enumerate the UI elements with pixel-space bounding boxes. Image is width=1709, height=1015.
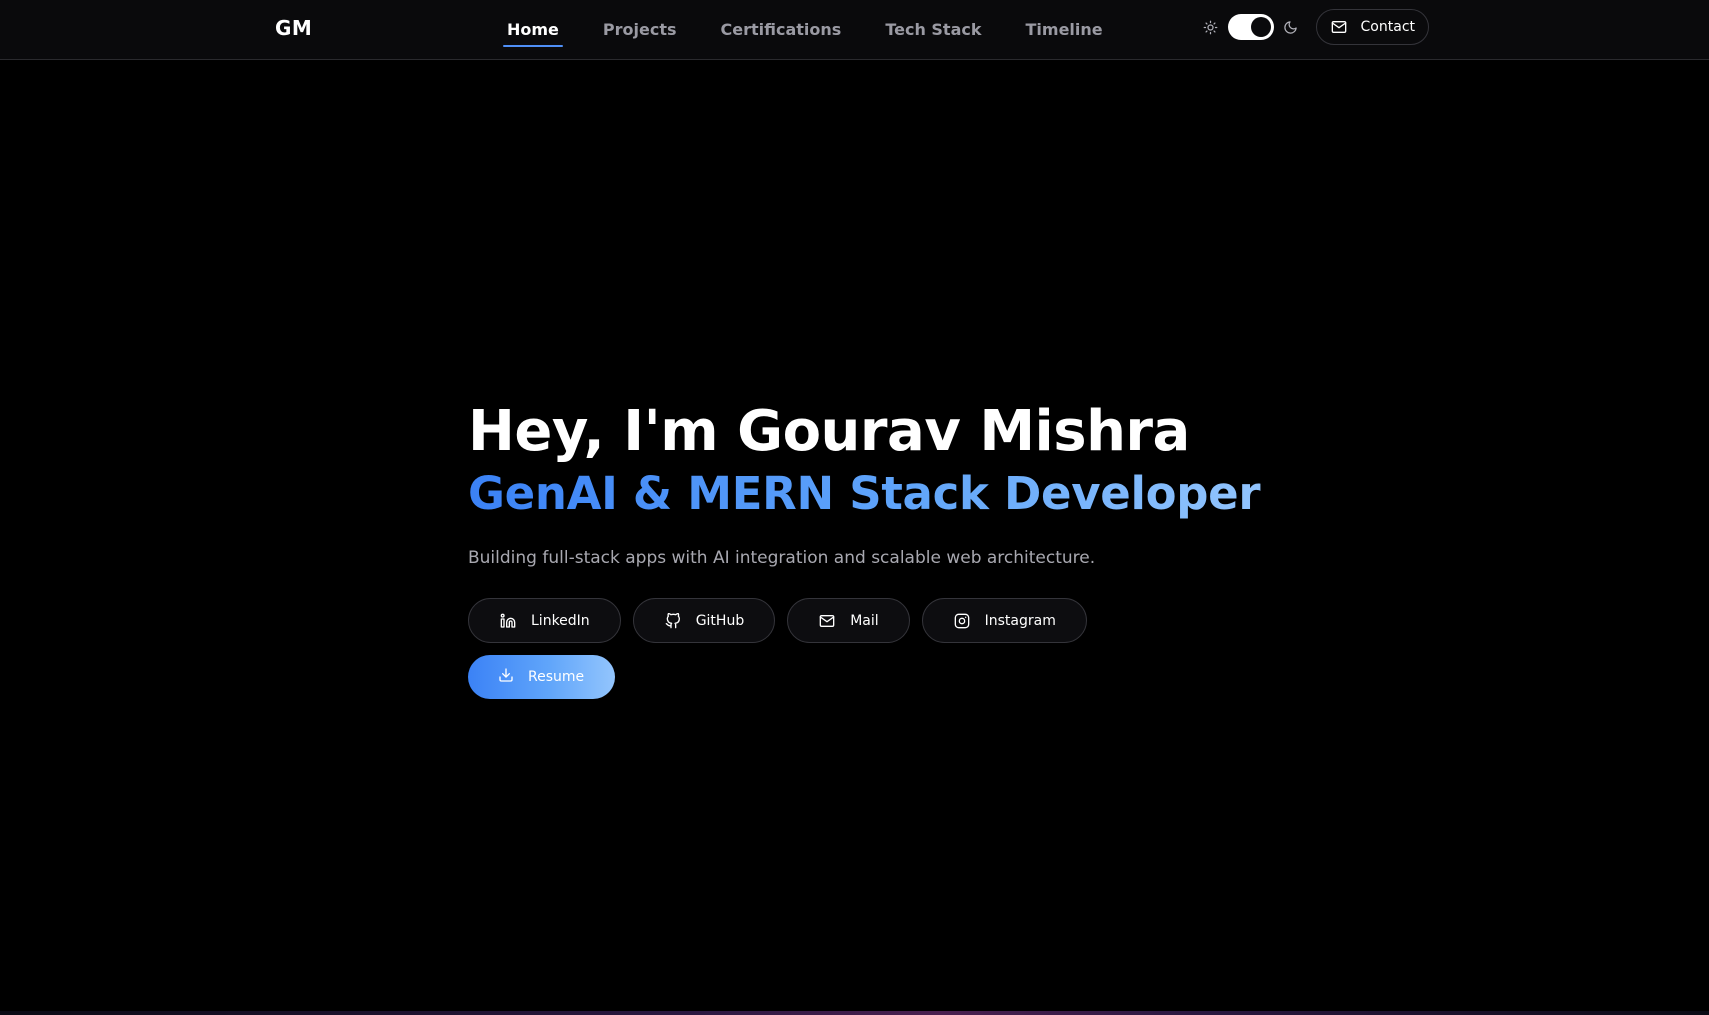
instagram-label: Instagram (984, 612, 1056, 629)
linkedin-label: LinkedIn (531, 612, 590, 629)
nav-link-tech-stack[interactable]: Tech Stack (883, 0, 983, 60)
mail-icon (818, 612, 836, 630)
logo[interactable]: GM (275, 16, 312, 40)
nav-link-timeline[interactable]: Timeline (1024, 0, 1105, 60)
hero-subtitle: GenAI & MERN Stack Developer (468, 466, 1268, 522)
linkedin-icon (499, 612, 517, 630)
resume-download-button[interactable]: Resume (468, 655, 615, 699)
contact-button[interactable]: Contact (1315, 9, 1429, 45)
instagram-icon (953, 612, 971, 630)
nav-link-label: Certifications (720, 20, 842, 39)
social-links: LinkedIn GitHub Mail Instagram (468, 598, 1268, 643)
resume-row: Resume (468, 655, 1268, 699)
navbar: GM Home Projects Certifications Tech Sta… (0, 0, 1709, 60)
theme-toggle[interactable] (1227, 14, 1274, 40)
instagram-button[interactable]: Instagram (921, 598, 1087, 643)
nav-link-label: Home (507, 20, 559, 39)
mail-icon (1330, 18, 1348, 36)
nav-link-label: Timeline (1025, 20, 1103, 39)
github-icon (664, 612, 682, 630)
moon-icon (1282, 18, 1300, 36)
nav-link-certifications[interactable]: Certifications (719, 0, 844, 60)
contact-label: Contact (1360, 19, 1415, 35)
active-underline (503, 45, 563, 47)
hero-title: Hey, I'm Gourav Mishra (468, 399, 1190, 464)
nav-link-projects[interactable]: Projects (601, 0, 679, 60)
hero-section: Hey, I'm Gourav Mishra GenAI & MERN Stac… (468, 398, 1268, 699)
resume-label: Resume (528, 669, 585, 685)
hero-description: Building full-stack apps with AI integra… (468, 548, 1096, 568)
nav-link-label: Projects (602, 20, 677, 39)
mail-label: Mail (850, 612, 879, 629)
nav-actions: Contact (1202, 9, 1429, 45)
linkedin-button[interactable]: LinkedIn (468, 598, 621, 643)
bottom-accent-line (0, 1011, 1709, 1015)
mail-button[interactable]: Mail (787, 598, 910, 643)
sun-icon (1202, 18, 1220, 36)
nav-links: Home Projects Certifications Tech Stack … (503, 0, 1105, 60)
theme-toggle-knob (1250, 17, 1271, 37)
nav-link-home[interactable]: Home (503, 0, 563, 60)
nav-link-label: Tech Stack (885, 20, 982, 39)
download-icon (498, 667, 514, 687)
github-label: GitHub (695, 612, 745, 629)
github-button[interactable]: GitHub (632, 598, 776, 643)
